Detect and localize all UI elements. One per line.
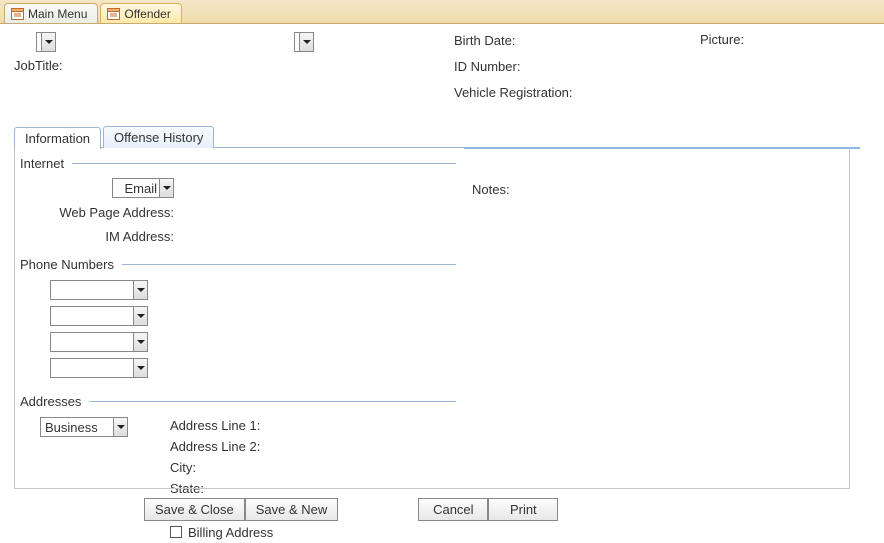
internet-label: Internet [20, 156, 64, 171]
addresses-section-header: Addresses [20, 394, 456, 409]
phone-3-field[interactable] [152, 333, 332, 351]
phone-type-4-dropdown[interactable] [50, 358, 148, 378]
window-tab-label: Offender [124, 7, 170, 21]
tab-offense-history[interactable]: Offense History [103, 126, 214, 148]
im-address-label: IM Address: [50, 229, 180, 244]
save-new-button[interactable]: Save & New [245, 498, 339, 521]
vehicle-registration-field[interactable] [614, 82, 694, 102]
sub-tab-bar: Information Offense History [14, 126, 870, 148]
im-address-field[interactable] [180, 226, 380, 244]
web-page-label: Web Page Address: [50, 205, 180, 220]
form-icon [11, 8, 24, 20]
addr-line2-label: Address Line 2: [170, 439, 280, 454]
phone-1-field[interactable] [152, 281, 332, 299]
city-field[interactable] [280, 459, 410, 475]
address-type-dropdown[interactable]: Business [40, 417, 128, 437]
city-label: City: [170, 460, 280, 475]
prefix-dropdown[interactable] [36, 32, 56, 52]
print-button[interactable]: Print [488, 498, 558, 521]
state-label: State: [170, 481, 280, 496]
addr-line2-field[interactable] [280, 438, 410, 454]
vehicle-registration-label: Vehicle Registration: [454, 85, 614, 100]
addresses-header-label: Addresses [20, 394, 81, 409]
window-tab-label: Main Menu [28, 7, 87, 21]
picture-label: Picture: [700, 32, 744, 47]
email-type-dropdown[interactable]: Email [112, 178, 174, 198]
phone-4-field[interactable] [152, 359, 332, 377]
web-page-field[interactable] [180, 202, 380, 220]
addr-line1-label: Address Line 1: [170, 418, 280, 433]
billing-address-label: Billing Address [188, 525, 273, 540]
phone-type-3-dropdown[interactable] [50, 332, 148, 352]
state-field[interactable] [280, 480, 410, 496]
phone-section-header: Phone Numbers [20, 257, 456, 272]
window-tab-main-menu[interactable]: Main Menu [4, 3, 98, 23]
cancel-button[interactable]: Cancel [418, 498, 488, 521]
phone-2-field[interactable] [152, 307, 332, 325]
window-tab-offender[interactable]: Offender [100, 3, 181, 23]
first-name-field[interactable] [62, 32, 172, 50]
address-type-value: Business [45, 420, 113, 435]
phone-header-label: Phone Numbers [20, 257, 114, 272]
job-title-label: JobTitle: [14, 58, 63, 73]
save-close-button[interactable]: Save & Close [144, 498, 245, 521]
window-tab-strip: Main Menu Offender [0, 0, 884, 24]
tab-information[interactable]: Information [14, 127, 101, 149]
last-name-field[interactable] [178, 32, 288, 50]
addr-line1-field[interactable] [280, 417, 410, 433]
birth-date-label: Birth Date: [454, 33, 614, 48]
phone-type-1-dropdown[interactable] [50, 280, 148, 300]
billing-address-checkbox[interactable] [170, 526, 182, 538]
email-type-value: Email [117, 181, 159, 196]
notes-label: Notes: [472, 182, 510, 197]
id-number-label: ID Number: [454, 59, 614, 74]
suffix-dropdown[interactable] [294, 32, 314, 52]
birth-date-field[interactable] [614, 30, 694, 50]
phone-type-2-dropdown[interactable] [50, 306, 148, 326]
form-icon [107, 8, 120, 20]
id-number-field[interactable] [614, 56, 694, 76]
email-field[interactable] [180, 178, 380, 196]
internet-section-header: Internet [20, 156, 456, 171]
